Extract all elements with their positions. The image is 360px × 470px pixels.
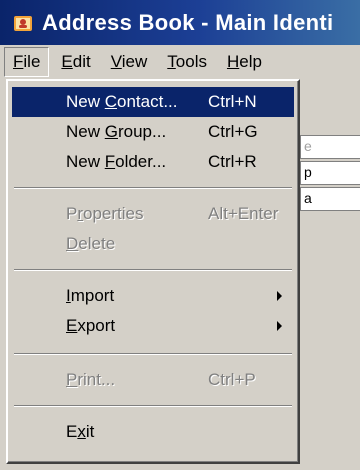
menu-item-shortcut: Ctrl+N [208, 92, 257, 111]
background-field: p [300, 161, 360, 185]
menu-file[interactable]: File [4, 47, 50, 77]
background-field: e [300, 135, 360, 159]
file-menu-dropdown: New Contact... Ctrl+N New Group... Ctrl+… [6, 79, 300, 464]
menu-separator [14, 187, 292, 189]
menu-item-exit[interactable]: Exit [12, 417, 294, 447]
title-bar: Address Book - Main Identi [0, 0, 360, 45]
menu-item-label: New Group... [66, 122, 167, 141]
menu-separator [14, 405, 292, 407]
menu-item-label: New Contact... [66, 92, 178, 111]
menu-item-shortcut: Ctrl+G [208, 122, 258, 141]
background-letter: e [304, 138, 312, 154]
menu-item-label: Exit [66, 422, 95, 441]
menu-item-label: Delete [66, 234, 116, 253]
menu-edit[interactable]: Edit [53, 47, 98, 77]
submenu-arrow-icon [277, 321, 282, 331]
background-window: e p a [290, 79, 360, 470]
menu-tools[interactable]: Tools [159, 47, 215, 77]
menu-item-label: Import [66, 286, 115, 305]
background-letter: p [304, 164, 312, 180]
menu-item-print: Print... Ctrl+P [12, 365, 294, 395]
menu-help[interactable]: Help [219, 47, 270, 77]
menu-item-label: Print... [66, 370, 116, 389]
menu-view[interactable]: View [103, 47, 156, 77]
menu-item-properties: Properties Alt+Enter [12, 199, 294, 229]
menu-item-label: Export [66, 316, 116, 335]
background-field: a [300, 187, 360, 211]
submenu-arrow-icon [277, 291, 282, 301]
menu-separator [14, 269, 292, 271]
window-title: Address Book - Main Identi [42, 9, 334, 35]
menu-item-import[interactable]: Import [12, 281, 294, 311]
menu-item-label: Properties [66, 204, 144, 223]
menu-item-new-folder[interactable]: New Folder... Ctrl+R [12, 147, 294, 177]
menu-item-shortcut: Alt+Enter [208, 204, 279, 223]
background-letter: a [304, 190, 312, 206]
menu-item-delete: Delete [12, 229, 294, 259]
address-book-icon [14, 15, 32, 31]
menu-bar: File Edit View Tools Help [0, 45, 360, 79]
menu-item-label: New Folder... [66, 152, 167, 171]
menu-item-shortcut: Ctrl+R [208, 152, 257, 171]
menu-item-export[interactable]: Export [12, 311, 294, 341]
menu-item-new-contact[interactable]: New Contact... Ctrl+N [12, 87, 294, 117]
menu-item-shortcut: Ctrl+P [208, 370, 256, 389]
menu-separator [14, 353, 292, 355]
menu-item-new-group[interactable]: New Group... Ctrl+G [12, 117, 294, 147]
